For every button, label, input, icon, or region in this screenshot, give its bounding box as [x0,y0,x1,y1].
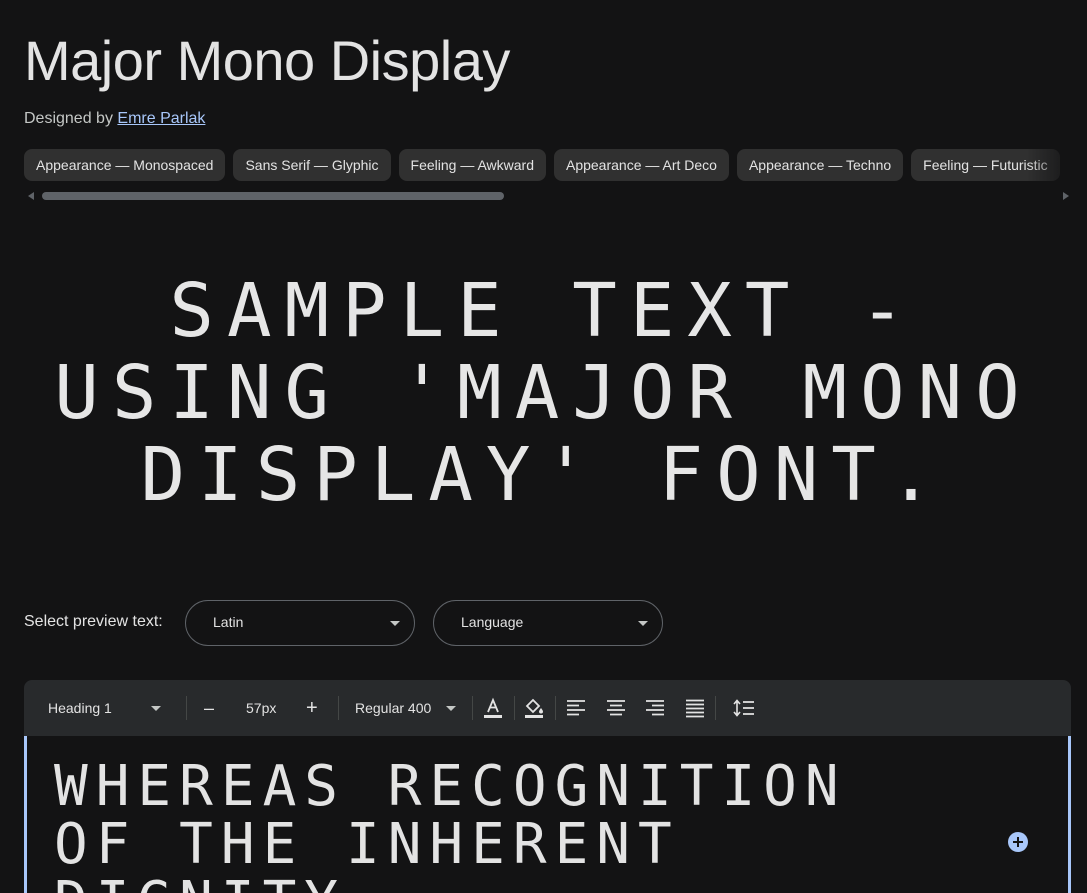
chevron-down-icon [638,621,648,626]
scrollbar-thumb[interactable] [42,192,504,200]
scroll-right-arrow-icon[interactable] [1063,192,1069,200]
align-justify-icon[interactable] [683,696,707,720]
toolbar-divider [186,696,187,720]
editor-preview-text[interactable]: WHEREAS RECOGNITION OF THE INHERENT DIGN… [54,758,934,893]
tag-chip[interactable]: Appearance — Art Deco [553,149,729,181]
scroll-left-arrow-icon[interactable] [28,192,34,200]
fill-color-icon[interactable] [522,696,546,720]
toolbar-divider [715,696,716,720]
sample-line: SAMPLE TEXT - [169,268,918,354]
toolbar-divider [555,696,556,720]
sample-line: USING 'MAJOR MONO [54,350,1033,436]
designed-by-label: Designed by [24,110,113,127]
tag-chip[interactable]: Sans Serif — Glyphic [233,149,391,181]
align-center-icon[interactable] [604,696,628,720]
chevron-down-icon [390,621,400,626]
language-select[interactable]: Language [433,600,663,646]
text-color-icon[interactable] [481,696,505,720]
tag-chip[interactable]: Appearance — Monospaced [24,149,226,181]
add-icon[interactable] [1008,832,1028,852]
sample-text-preview: SAMPLE TEXT - USING 'MAJOR MONO DISPLAY'… [0,270,1087,516]
toolbar-divider [514,696,515,720]
font-size-value[interactable]: 57px [246,680,276,736]
chevron-down-icon [446,706,456,711]
increase-size-button[interactable]: + [306,680,318,736]
tag-list: Appearance — Monospaced Sans Serif — Glyp… [24,149,1087,181]
editor-toolbar: Heading 1 – 57px + Regular 400 [24,680,1071,736]
tag-scrollbar[interactable] [24,190,1071,202]
tag-chip[interactable]: Feeling — Awkward [398,149,546,181]
tag-list-fade [1027,149,1087,181]
align-right-icon[interactable] [643,696,667,720]
page-title: Major Mono Display [24,29,510,92]
script-select[interactable]: Latin [185,600,415,646]
chevron-down-icon [151,706,161,711]
line-height-icon[interactable] [732,696,756,720]
sample-line: DISPLAY' FONT. [140,432,947,518]
designer-link[interactable]: Emre Parlak [117,110,205,127]
preview-editor[interactable]: WHEREAS RECOGNITION OF THE INHERENT DIGN… [24,736,1071,893]
designer-line: Designed by Emre Parlak [24,110,205,128]
align-left-icon[interactable] [564,696,588,720]
language-select-value: Language [461,614,524,630]
text-style-value: Heading 1 [48,700,112,716]
toolbar-divider [472,696,473,720]
text-style-select[interactable]: Heading 1 [48,680,112,736]
font-weight-select[interactable]: Regular 400 [355,680,431,736]
decrease-size-button[interactable]: – [204,680,214,736]
script-select-value: Latin [213,614,244,630]
toolbar-divider [338,696,339,720]
preview-text-label: Select preview text: [24,613,163,630]
font-weight-value: Regular 400 [355,700,432,716]
tag-chip[interactable]: Appearance — Techno [736,149,904,181]
font-specimen-page: Major Mono Display Designed by Emre Parl… [0,0,1087,893]
